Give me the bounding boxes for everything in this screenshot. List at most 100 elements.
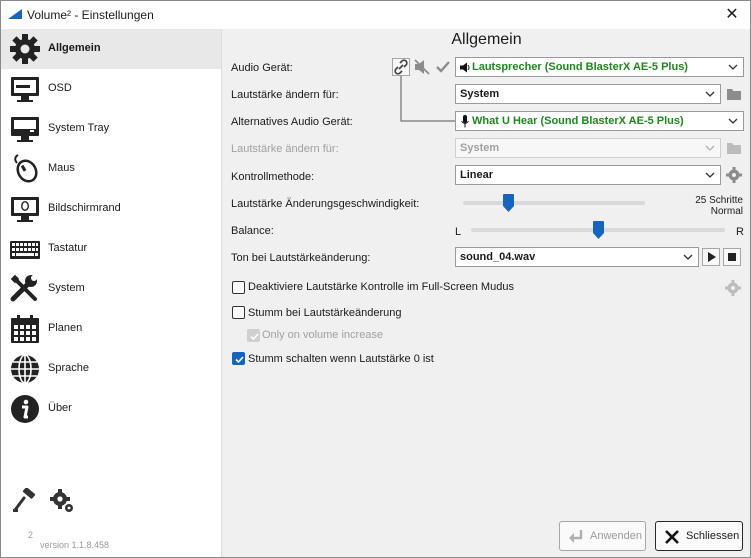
alt-change-volume-for-label: Lautstärke ändern für:	[231, 143, 339, 155]
control-method-label: Kontrollmethode:	[231, 171, 315, 183]
sidebar-item-label: System	[48, 282, 85, 294]
sidebar-item-label: Tastatur	[48, 242, 88, 254]
sidebar-item-system-tray[interactable]: System Tray	[1, 109, 221, 149]
checkmark-icon	[235, 356, 244, 364]
alt-change-volume-for-value: System	[460, 142, 500, 154]
play-sound-button[interactable]	[702, 248, 720, 266]
alt-audio-device-select[interactable]: What U Hear (Sound BlasterX AE-5 Plus)	[455, 111, 744, 131]
control-method-select[interactable]: Linear	[455, 165, 721, 185]
sidebar-item-label: Über	[48, 402, 72, 414]
mute-on-change-checkbox[interactable]	[232, 306, 245, 319]
chevron-down-icon	[728, 118, 738, 124]
change-speed-steps: 25 Schritte	[695, 195, 743, 206]
play-icon	[708, 252, 716, 262]
sidebar-item-osd[interactable]: OSD	[1, 69, 221, 109]
volume-app-icon	[8, 9, 22, 19]
sidebar-item-allgemein[interactable]: Allgemein	[1, 29, 221, 69]
close-button[interactable]: Schliessen	[655, 521, 743, 551]
version-label: version 1.1.8.458	[40, 540, 110, 550]
paint-roller-icon[interactable]	[11, 488, 37, 514]
stop-sound-button[interactable]	[723, 248, 741, 266]
mute-at-zero-label[interactable]: Stumm schalten wenn Lautstärke 0 ist	[248, 353, 434, 365]
sidebar-item-label: Sprache	[48, 362, 89, 374]
advanced-settings-icon[interactable]	[49, 488, 75, 514]
alt-audio-device-value: What U Hear (Sound BlasterX AE-5 Plus)	[472, 115, 684, 127]
only-on-increase-checkbox[interactable]	[247, 329, 260, 342]
close-window-button[interactable]: ✕	[723, 6, 741, 24]
confirm-device-button[interactable]	[434, 58, 452, 76]
change-volume-for-label: Lautstärke ändern für:	[231, 89, 339, 101]
audio-device-label: Audio Gerät:	[231, 62, 293, 74]
folder-icon	[727, 89, 741, 100]
link-devices-button[interactable]	[392, 58, 410, 76]
change-speed-slider-thumb[interactable]	[503, 194, 514, 212]
microphone-icon	[461, 115, 469, 128]
sidebar-item-label: Allgemein	[48, 42, 101, 54]
title-bar: Volume² - Einstellungen ✕	[1, 1, 750, 29]
chevron-down-icon	[705, 172, 715, 178]
sidebar-item-label: Bildschirmrand	[48, 202, 121, 214]
fullscreen-disable-label[interactable]: Deaktiviere Lautstärke Kontrolle im Full…	[248, 281, 514, 293]
version-mark: 2	[28, 530, 34, 540]
tools-icon	[10, 274, 37, 302]
apply-button[interactable]: Anwenden	[559, 521, 646, 551]
page-title: Allgemein	[451, 31, 522, 48]
speaker-icon	[460, 62, 470, 73]
control-method-settings-button[interactable]	[725, 166, 743, 184]
sound-on-change-label: Ton bei Lautstärkeänderung:	[231, 252, 371, 264]
change-speed-label: Lautstärke Änderungsgeschwindigkeit:	[231, 198, 420, 210]
change-volume-for-value: System	[460, 88, 500, 100]
fullscreen-disable-checkbox[interactable]	[232, 281, 245, 294]
audio-device-value: Lautsprecher (Sound BlasterX AE-5 Plus)	[472, 61, 688, 73]
browse-folder-button[interactable]	[725, 85, 743, 103]
sidebar-item-tastatur[interactable]: Tastatur	[1, 229, 221, 269]
mute-on-change-label[interactable]: Stumm bei Lautstärkeänderung	[248, 307, 401, 319]
alt-change-volume-for-select[interactable]: System	[455, 138, 721, 158]
sidebar-item-ueber[interactable]: Über	[1, 389, 221, 429]
sidebar-item-bildschirmrand[interactable]: Bildschirmrand	[1, 189, 221, 229]
change-speed-mode: Normal	[710, 206, 743, 217]
change-speed-track[interactable]	[463, 201, 645, 205]
only-on-increase-label[interactable]: Only on volume increase	[262, 329, 383, 341]
chevron-down-icon	[705, 145, 715, 151]
speaker-muted-icon	[414, 59, 430, 75]
sidebar-item-planen[interactable]: Planen	[1, 309, 221, 349]
balance-label: Balance:	[231, 225, 274, 237]
sidebar: Allgemein OSD System Tray Maus Bildschir…	[1, 29, 222, 557]
mute-at-zero-checkbox[interactable]	[232, 352, 245, 365]
checkmark-icon	[250, 333, 259, 341]
gear-icon	[725, 280, 741, 296]
apply-label: Anwenden	[590, 530, 642, 542]
sound-file-select[interactable]: sound_04.wav	[455, 247, 699, 267]
info-icon	[11, 395, 39, 423]
keyboard-icon	[10, 241, 40, 259]
close-icon	[665, 530, 679, 544]
gear-icon	[726, 167, 742, 183]
close-label: Schliessen	[686, 530, 740, 542]
chevron-down-icon	[705, 91, 715, 97]
sidebar-item-label: Maus	[48, 162, 75, 174]
chain-link-icon	[394, 59, 408, 75]
control-method-value: Linear	[460, 169, 494, 181]
checkmark-icon	[436, 61, 450, 73]
sidebar-item-sprache[interactable]: Sprache	[1, 349, 221, 389]
sidebar-item-maus[interactable]: Maus	[1, 149, 221, 189]
alt-audio-device-label: Alternatives Audio Gerät:	[231, 116, 353, 128]
globe-icon	[11, 354, 39, 384]
stop-icon	[728, 253, 736, 261]
alt-browse-folder-button[interactable]	[725, 139, 743, 157]
settings-window: Volume² - Einstellungen ✕ Allgemein OSD	[0, 0, 751, 558]
main-panel: Allgemein Audio Gerät: Lautsprecher (Sou…	[223, 29, 750, 557]
fullscreen-settings-button[interactable]	[724, 279, 742, 297]
sidebar-item-system[interactable]: System	[1, 269, 221, 309]
chevron-down-icon	[683, 254, 693, 260]
system-tray-icon	[11, 117, 39, 142]
audio-device-select[interactable]: Lautsprecher (Sound BlasterX AE-5 Plus)	[455, 57, 744, 77]
mute-device-button[interactable]	[413, 58, 431, 76]
sidebar-item-label: System Tray	[48, 122, 110, 134]
monitor-icon	[11, 77, 39, 102]
sound-file-value: sound_04.wav	[460, 251, 536, 263]
mouse-icon	[14, 154, 38, 183]
change-volume-for-select[interactable]: System	[455, 84, 721, 104]
balance-slider-thumb[interactable]	[592, 221, 604, 239]
